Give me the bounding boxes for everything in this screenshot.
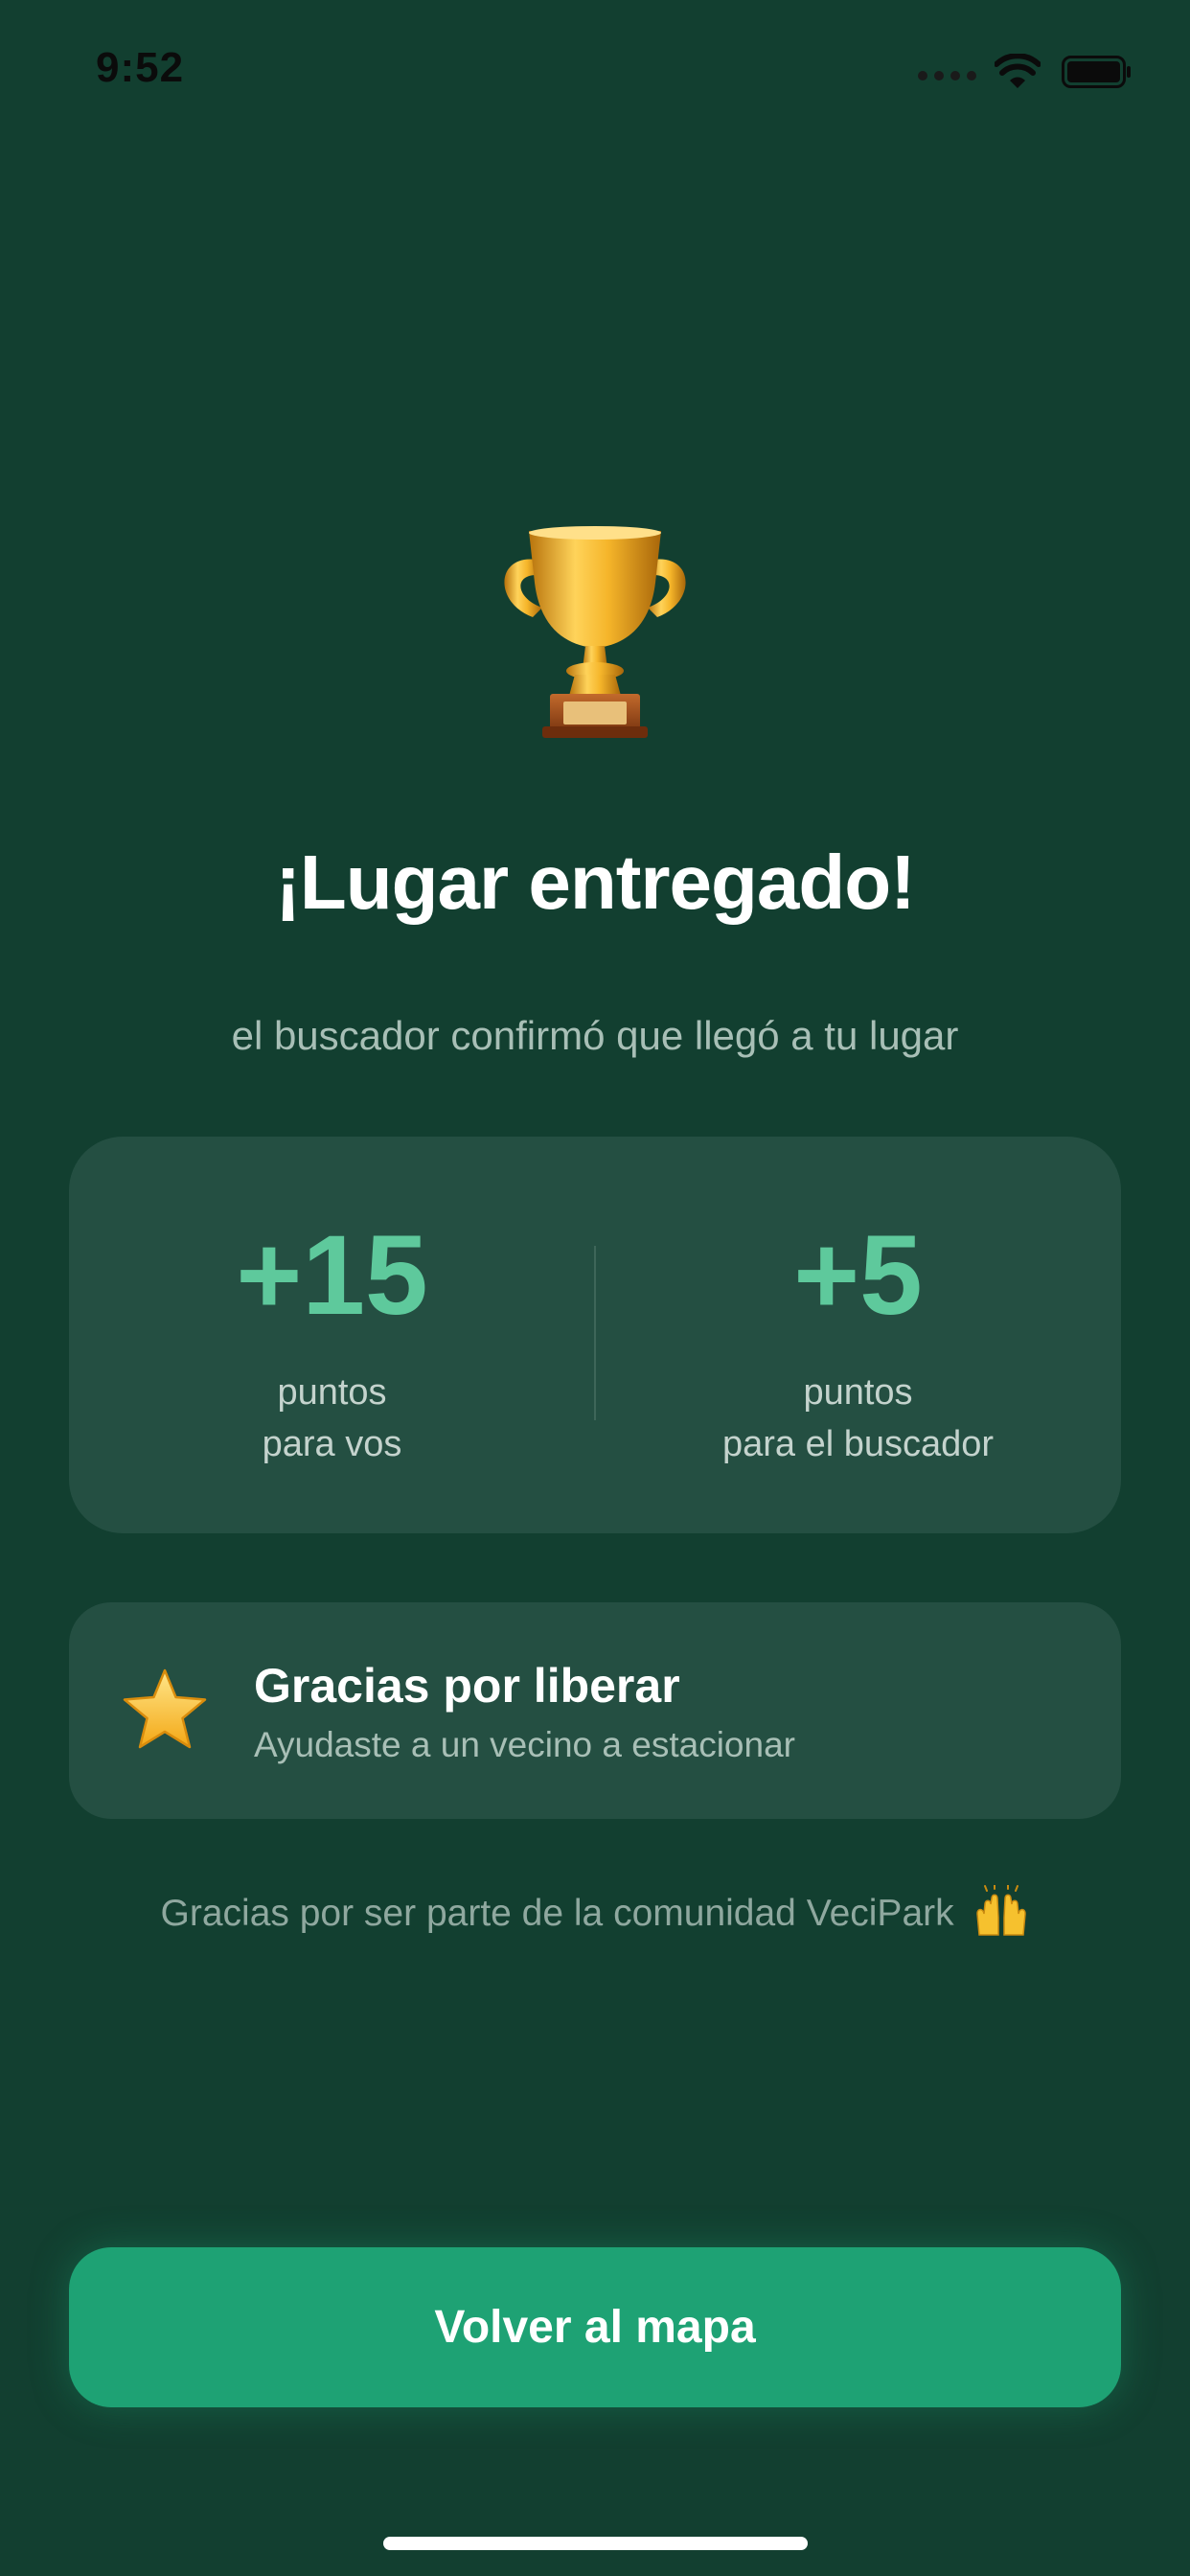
community-text: Gracias por ser parte de la comunidad Ve… — [160, 1893, 954, 1934]
points-card: +15 puntos para vos +5 puntos para el bu… — [69, 1137, 1121, 1533]
community-message: Gracias por ser parte de la comunidad Ve… — [0, 1884, 1190, 1937]
points-label-you-line1: puntos — [277, 1372, 387, 1413]
signal-icon — [918, 71, 977, 80]
star-icon — [123, 1668, 207, 1749]
page-subtitle: el buscador confirmó que llegó a tu luga… — [231, 1013, 959, 1058]
points-label-finder-line2: para el buscador — [721, 1424, 995, 1464]
points-label-finder: puntos para el buscador — [595, 1367, 1121, 1470]
home-indicator[interactable] — [383, 2537, 808, 2550]
thanks-subtitle: Ayudaste a un vecino a estacionar — [254, 1725, 795, 1764]
points-label-you-line2: para vos — [262, 1424, 402, 1464]
screen: 9:52 ¡Lugar entregado! el buscador confi… — [0, 0, 1190, 2576]
points-label-finder-line1: puntos — [803, 1372, 913, 1413]
back-to-map-button[interactable]: Volver al mapa — [69, 2247, 1121, 2407]
wifi-icon — [995, 54, 1041, 88]
points-value-you: +15 — [236, 1212, 428, 1339]
raised-hands-icon — [976, 1884, 1027, 1936]
thanks-title: Gracias por liberar — [254, 1659, 680, 1713]
thanks-card: Gracias por liberar Ayudaste a un vecino… — [69, 1602, 1121, 1819]
battery-icon — [1062, 56, 1131, 88]
status-indicators — [918, 52, 1140, 94]
trophy-icon — [504, 526, 686, 738]
points-for-you: +15 puntos para vos — [69, 1137, 595, 1533]
status-time: 9:52 — [96, 44, 185, 91]
points-label-you: puntos para vos — [69, 1367, 595, 1470]
page-title: ¡Lugar entregado! — [275, 840, 915, 925]
points-value-finder: +5 — [793, 1212, 923, 1339]
points-for-finder: +5 puntos para el buscador — [595, 1137, 1121, 1533]
